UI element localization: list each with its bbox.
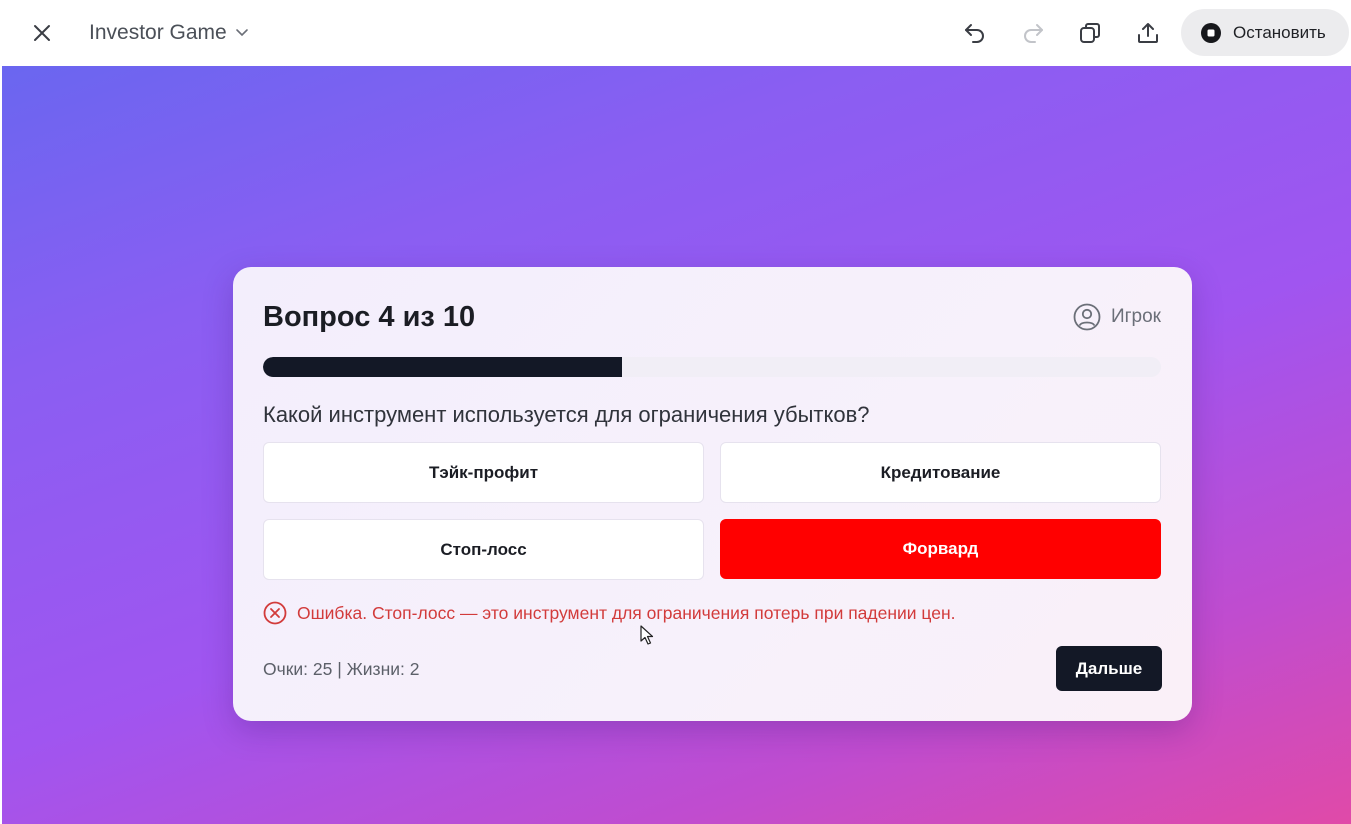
- question-counter: Вопрос 4 из 10: [263, 301, 476, 333]
- close-icon: [34, 25, 50, 41]
- chevron-down-icon: [235, 29, 248, 37]
- undo-icon: [965, 24, 984, 43]
- next-button[interactable]: Дальше: [1056, 646, 1162, 691]
- next-label: Дальше: [1075, 658, 1143, 678]
- project-title: Investor Game: [89, 21, 227, 44]
- close-button[interactable]: [24, 15, 60, 51]
- answer-option-label: Стоп-лосс: [440, 539, 527, 559]
- user-circle-icon: [1073, 303, 1101, 331]
- share-icon: [1138, 23, 1158, 43]
- redo-icon: [1024, 24, 1043, 43]
- stop-icon: [1201, 22, 1221, 43]
- stop-button[interactable]: Остановить: [1181, 9, 1349, 56]
- answer-option-label: Тэйк-профит: [428, 462, 539, 482]
- answer-option-label: Форвард: [902, 539, 979, 558]
- duplicate-button[interactable]: [1071, 14, 1109, 52]
- progress-bar: [263, 357, 1161, 377]
- answer-option[interactable]: Форвард: [720, 519, 1161, 579]
- undo-button[interactable]: [956, 14, 994, 52]
- copy-icon: [1080, 23, 1100, 43]
- mouse-cursor-icon: [640, 625, 654, 645]
- error-circle-icon: [263, 601, 287, 625]
- error-feedback: Ошибка. Стоп-лосс — это инструмент для о…: [263, 601, 956, 625]
- answer-option[interactable]: Стоп-лосс: [263, 519, 704, 580]
- answer-option-label: Кредитование: [880, 462, 1001, 482]
- player-badge: Игрок: [1073, 303, 1161, 331]
- project-title-dropdown[interactable]: Investor Game: [89, 19, 249, 47]
- question-text: Какой инструмент используется для ограни…: [263, 402, 870, 427]
- answer-option[interactable]: Тэйк-профит: [263, 442, 704, 503]
- stop-label: Остановить: [1233, 22, 1326, 42]
- feedback-text: Ошибка. Стоп-лосс — это инструмент для о…: [297, 602, 956, 623]
- quiz-card: Вопрос 4 из 10 Игрок Какой инструмент ис…: [233, 267, 1192, 721]
- top-toolbar: Investor Game Остановить: [0, 0, 1351, 66]
- player-label: Игрок: [1110, 306, 1161, 327]
- progress-fill: [263, 357, 623, 377]
- redo-button[interactable]: [1014, 14, 1052, 52]
- score-lives: Очки: 25 | Жизни: 2: [263, 659, 420, 679]
- share-button[interactable]: [1129, 14, 1167, 52]
- answer-option[interactable]: Кредитование: [720, 442, 1161, 503]
